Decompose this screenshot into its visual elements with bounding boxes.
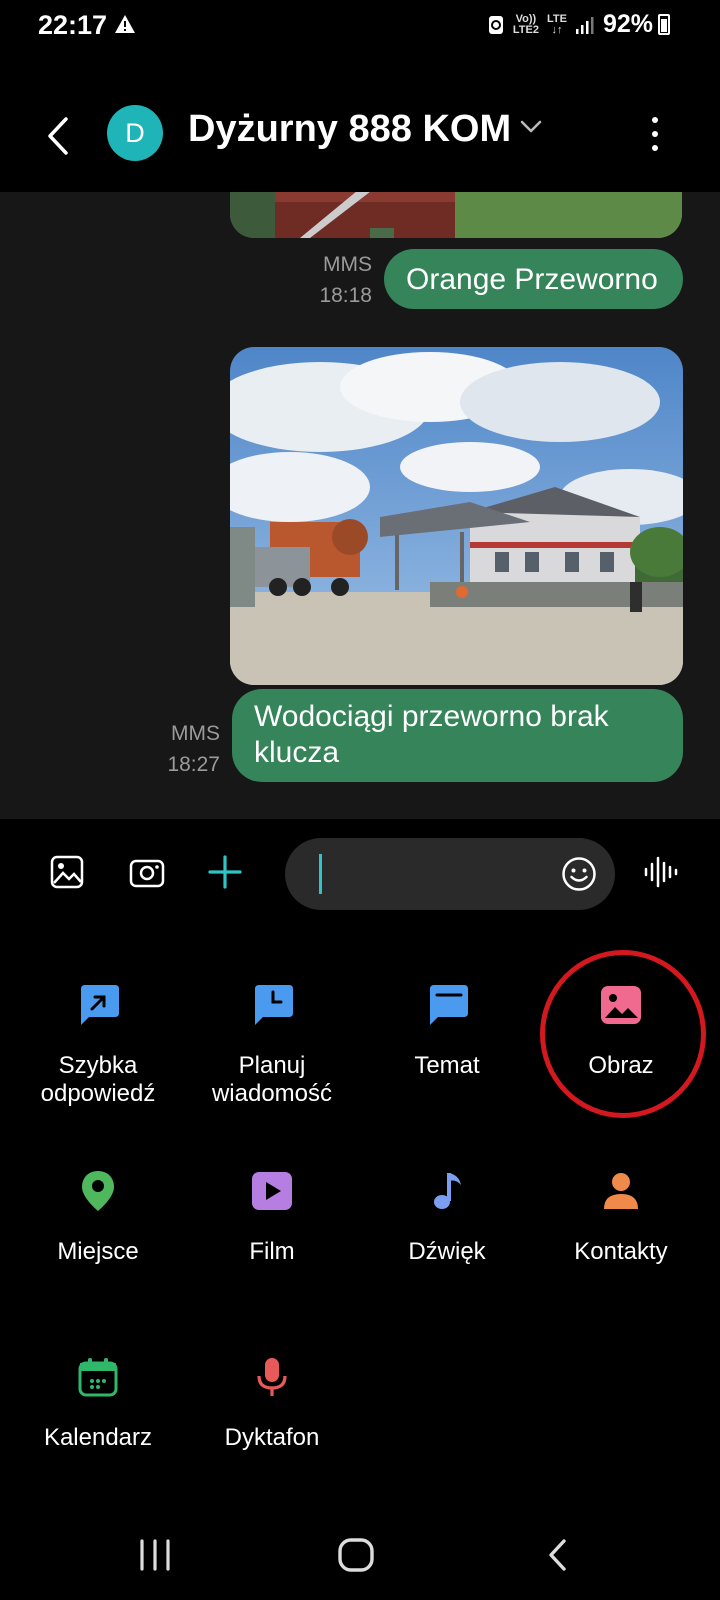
warning-icon [114,14,136,39]
attach-label: Temat [414,1052,480,1079]
add-attachment-icon[interactable] [203,850,247,894]
message-time: 18:18 [319,284,372,307]
message-meta: MMS 18:27 [150,718,220,780]
status-bar: 22:17 Vo)) LTE2 LTE ↓↑ 92% [0,0,720,56]
message-input[interactable] [315,854,555,894]
attach-label: Dyktafon [224,1424,320,1451]
recent-apps-icon [140,1539,170,1571]
home-icon [338,1538,374,1572]
attach-schedule-message[interactable]: Planuj wiadomość [185,980,359,1130]
data-saver-icon [488,15,503,34]
music-note-icon [422,1166,472,1216]
attach-calendar[interactable]: Kalendarz [11,1352,185,1502]
conversation-header: D Dyżurny 888 KOM [0,90,720,190]
status-indicators: Vo)) LTE2 LTE ↓↑ 92% [487,10,670,39]
navigation-bar [0,1500,720,1600]
chevron-down-icon[interactable] [520,120,542,139]
signal-icon [575,16,594,34]
lte-indicator: LTE ↓↑ [546,12,567,36]
message-meta: MMS 18:18 [300,249,372,311]
recent-apps-button[interactable] [125,1530,185,1580]
more-dot [652,145,658,151]
microphone-icon [247,1352,297,1402]
camera-icon[interactable] [125,850,169,894]
quick-reply-icon [73,980,123,1030]
message-type: MMS [171,722,220,745]
more-dot [652,117,658,123]
video-icon [247,1166,297,1216]
schedule-message-icon [247,980,297,1030]
contact-name[interactable]: Dyżurny 888 KOM [188,108,511,151]
volte-indicator: Vo)) LTE2 [512,12,539,36]
lte-label: LTE [546,12,567,25]
attach-label: Szybka odpowiedź [40,1052,156,1107]
more-options-button[interactable] [640,114,670,154]
nav-back-icon [549,1539,566,1571]
nav-back-button[interactable] [528,1530,588,1580]
attach-label: Kalendarz [43,1424,153,1451]
message-input-container[interactable] [285,838,615,910]
attach-contacts[interactable]: Kontakty [534,1166,708,1316]
voice-recording-icon[interactable] [640,850,684,894]
message-bubble[interactable]: Orange Przeworno [384,249,683,309]
gallery-icon[interactable] [45,850,89,894]
data-arrows-icon: ↓↑ [551,23,563,36]
attach-audio[interactable]: Dźwięk [360,1166,534,1316]
attach-subject[interactable]: Temat [360,980,534,1130]
mms-image[interactable] [230,347,683,685]
attach-label: Planuj wiadomość [211,1052,333,1107]
message-bubble[interactable]: Wodociągi przeworno brak klucza [232,689,683,782]
battery-icon [658,14,670,35]
battery-percent: 92% [602,10,653,38]
attach-label: Miejsce [57,1238,139,1265]
attach-video[interactable]: Film [185,1166,359,1316]
home-button[interactable] [326,1530,386,1580]
attach-label: Kontakty [574,1238,668,1265]
status-time: 22:17 [38,10,108,40]
emoji-icon[interactable] [557,852,601,896]
volte-bottom: LTE2 [512,23,539,36]
attach-quick-reply[interactable]: Szybka odpowiedź [11,980,185,1130]
location-pin-icon [73,1166,123,1216]
text-cursor [319,854,322,894]
highlight-annotation [540,950,706,1118]
message-time: 18:27 [167,753,220,776]
composer-bar [0,820,720,930]
attach-label: Film [249,1238,295,1265]
back-arrow-icon [48,117,68,155]
subject-icon [422,980,472,1030]
back-button[interactable] [38,110,78,162]
volte-top: Vo)) [515,12,537,25]
attach-location[interactable]: Miejsce [11,1166,185,1316]
more-dot [652,131,658,137]
avatar[interactable]: D [107,105,163,161]
mms-image-thumbnail[interactable] [230,192,682,238]
calendar-icon [73,1352,123,1402]
attach-recorder[interactable]: Dyktafon [185,1352,359,1502]
message-list[interactable]: MMS 18:18 Orange Przeworno MMS 18:27 Wod… [0,192,720,819]
contact-person-icon [596,1166,646,1216]
message-type: MMS [323,253,372,276]
attach-label: Dźwięk [408,1238,486,1265]
